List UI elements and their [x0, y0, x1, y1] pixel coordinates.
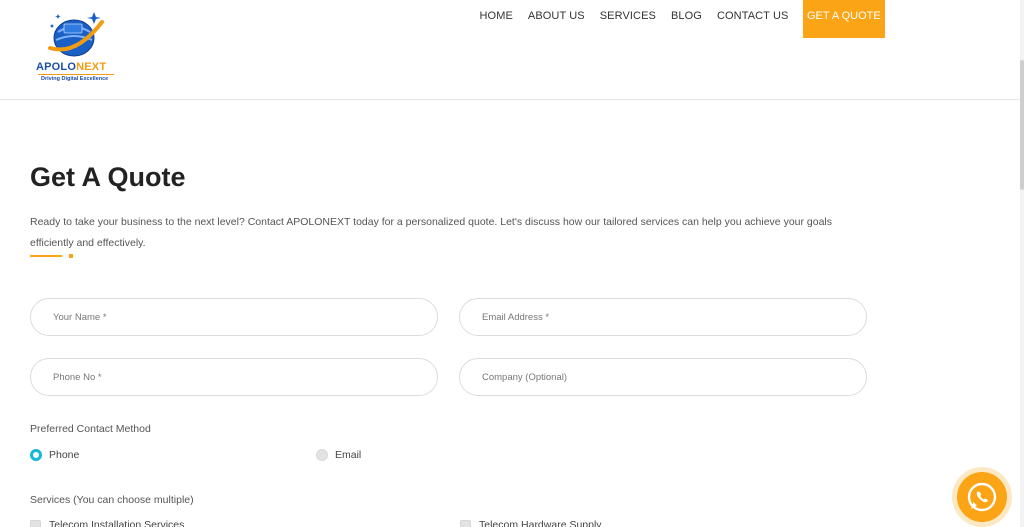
brand-logo[interactable]: APOLONEXT Driving Digital Excellence: [34, 8, 118, 86]
nav-item-about-us[interactable]: ABOUT US: [520, 0, 592, 30]
page-scrollbar[interactable]: [1020, 0, 1024, 527]
contact-option-email-label: Email: [335, 449, 362, 461]
site-header: APOLONEXT Driving Digital Excellence HOM…: [0, 0, 1024, 100]
services-label: Services (You can choose multiple): [30, 494, 194, 506]
nav-item-home[interactable]: HOME: [472, 0, 520, 30]
service-option-hardware-label: Telecom Hardware Supply: [479, 519, 602, 527]
checkbox-icon[interactable]: [30, 519, 41, 527]
contact-option-phone-label: Phone: [49, 449, 80, 461]
contact-option-phone[interactable]: Phone: [30, 449, 79, 461]
nav-item-services[interactable]: SERVICES: [592, 0, 663, 30]
company-input[interactable]: [459, 358, 867, 396]
nav-item-blog[interactable]: BLOG: [663, 0, 709, 30]
whatsapp-button-inner[interactable]: [957, 472, 1007, 522]
main-nav: HOME ABOUT US SERVICES BLOG CONTACT US G…: [472, 0, 885, 38]
nav-item-contact-us[interactable]: CONTACT US: [709, 0, 796, 30]
radio-checked-icon[interactable]: [30, 449, 42, 461]
service-option-installation[interactable]: Telecom Installation Services: [30, 519, 184, 527]
service-option-hardware[interactable]: Telecom Hardware Supply: [460, 519, 602, 527]
contact-method-label: Preferred Contact Method: [30, 423, 151, 435]
brand-name: APOLONEXT: [36, 61, 107, 73]
service-option-installation-label: Telecom Installation Services: [49, 519, 185, 527]
title-accent-divider: [30, 254, 74, 258]
get-a-quote-button[interactable]: GET A QUOTE: [802, 0, 885, 38]
phone-input[interactable]: [30, 358, 438, 396]
scrollbar-thumb[interactable]: [1020, 60, 1024, 190]
name-input[interactable]: [30, 298, 438, 336]
whatsapp-chat-button[interactable]: [952, 467, 1012, 527]
brand-underline: [38, 74, 114, 75]
email-input[interactable]: [459, 298, 867, 336]
contact-option-email[interactable]: Email: [316, 449, 361, 461]
globe-logo-icon: [48, 12, 104, 57]
brand-tagline: Driving Digital Excellence: [41, 76, 109, 82]
whatsapp-icon: [967, 482, 997, 512]
intro-text: Ready to take your business to the next …: [30, 216, 833, 249]
page-title: Get A Quote: [30, 162, 186, 192]
checkbox-icon[interactable]: [460, 519, 471, 527]
radio-unchecked-icon[interactable]: [316, 449, 328, 461]
